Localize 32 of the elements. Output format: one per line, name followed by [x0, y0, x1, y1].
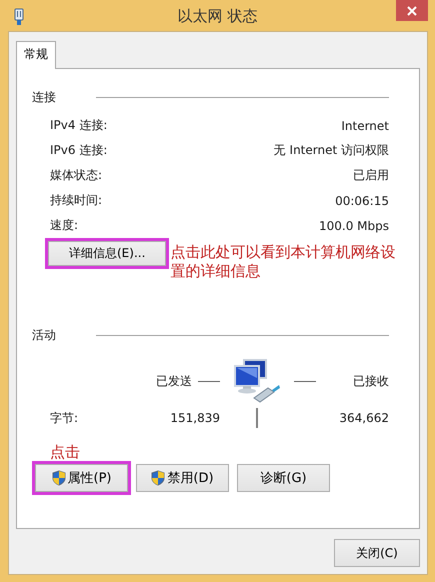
- field-value: 无 Internet 访问权限: [274, 142, 389, 159]
- close-button[interactable]: [396, 0, 428, 21]
- shield-icon: [52, 470, 66, 486]
- action-button[interactable]: 诊断(G): [237, 464, 330, 492]
- field-label: IPv4 连接:: [50, 117, 108, 134]
- field-label: 媒体状态:: [50, 167, 102, 184]
- details-button[interactable]: 详细信息(E)...: [48, 241, 166, 266]
- sent-label: 已发送: [156, 372, 192, 390]
- ethernet-plug-icon: [14, 8, 24, 26]
- received-bytes: 364,662: [338, 411, 389, 425]
- field-value: 00:06:15: [335, 194, 389, 208]
- group-heading: 连接: [32, 89, 56, 106]
- field-value: Internet: [341, 118, 389, 132]
- received-label: 已接收: [353, 372, 389, 390]
- field-label: 持续时间:: [50, 192, 102, 209]
- annotation-text: 点击: [50, 443, 81, 462]
- field-label: IPv6 连接:: [50, 142, 108, 159]
- action-button[interactable]: 禁用(D): [136, 464, 229, 492]
- close-icon: [407, 6, 417, 16]
- shield-icon: [151, 470, 166, 486]
- sent-bytes: 151,839: [169, 411, 220, 425]
- annotation-text: 点击此处可以看到本计算机网络设置的详细信息: [170, 243, 396, 281]
- bytes-label: 字节:: [50, 410, 80, 426]
- field-value: 100.0 Mbps: [318, 218, 389, 232]
- close-dialog-button[interactable]: 关闭(C): [334, 539, 420, 567]
- tab[interactable]: 常规: [16, 41, 56, 69]
- action-button[interactable]: 属性(P): [35, 464, 128, 492]
- field-value: 已启用: [353, 167, 389, 184]
- window-title: 以太网 状态: [178, 7, 258, 26]
- network-computers-icon: [232, 358, 282, 404]
- group-heading: 活动: [32, 327, 56, 344]
- field-label: 速度:: [50, 217, 78, 234]
